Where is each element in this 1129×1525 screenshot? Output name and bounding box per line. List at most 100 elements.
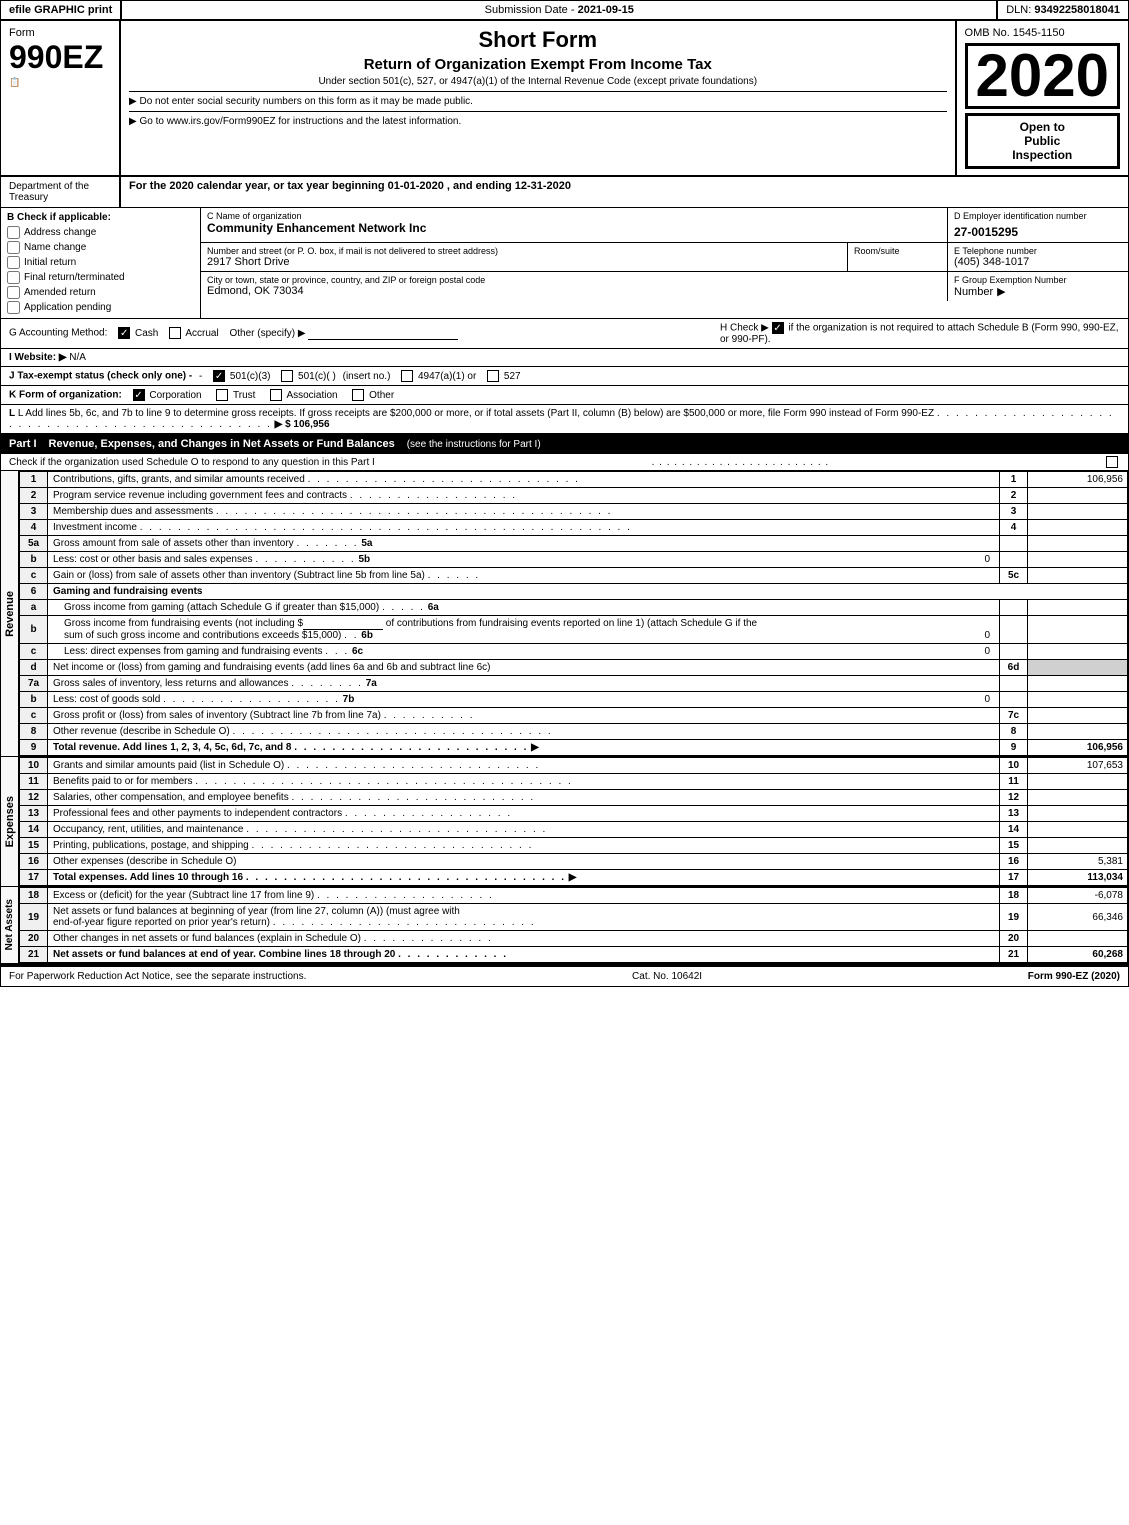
527-label: 527 (504, 371, 521, 382)
527-option[interactable]: 527 (487, 371, 520, 382)
table-row: b Gross income from fundraising events (… (20, 616, 1128, 644)
open-to-label: Open to (976, 120, 1109, 134)
table-row: 2 Program service revenue including gove… (20, 488, 1128, 504)
c-label: C Name of organization (207, 211, 941, 221)
application-pending-checkbox[interactable]: Application pending (7, 301, 194, 314)
check-dots: . . . . . . . . . . . . . . . . . . . . … (652, 457, 830, 468)
table-row: 6 Gaming and fundraising events (20, 584, 1128, 600)
other-org-check-icon (352, 389, 364, 401)
line20-value (1028, 931, 1128, 947)
submission-date: 2021-09-15 (578, 4, 634, 16)
revenue-side-label: Revenue (4, 591, 16, 637)
address-change-checkbox[interactable]: Address change (7, 226, 194, 239)
tax-year: 2020 (965, 43, 1120, 109)
line6c-value (1028, 644, 1128, 660)
accrual-label: Accrual (185, 328, 218, 339)
501c-check-icon (281, 370, 293, 382)
4947-label: 4947(a)(1) or (418, 371, 476, 382)
amended-return-label: Amended return (24, 287, 96, 298)
line9-value: 106,956 (1028, 740, 1128, 756)
table-row: c Less: direct expenses from gaming and … (20, 644, 1128, 660)
cash-option[interactable]: ✓ Cash (118, 328, 161, 339)
line18-value: -6,078 (1028, 888, 1128, 904)
f-label: F Group Exemption Number (954, 275, 1122, 285)
expenses-side-label: Expenses (4, 796, 16, 847)
address-change-label: Address change (24, 227, 96, 238)
part1-title: Revenue, Expenses, and Changes in Net As… (49, 438, 395, 450)
line10-value: 107,653 (1028, 758, 1128, 774)
line21-value: 60,268 (1028, 947, 1128, 963)
other-org-option[interactable]: Other (352, 390, 394, 401)
line7b-value (1028, 692, 1128, 708)
tax-status-row: J Tax-exempt status (check only one) - -… (1, 367, 1128, 386)
table-row: 9 Total revenue. Add lines 1, 2, 3, 4, 5… (20, 740, 1128, 756)
table-row: 21 Net assets or fund balances at end of… (20, 947, 1128, 963)
line16-value: 5,381 (1028, 854, 1128, 870)
initial-return-input[interactable] (7, 256, 20, 269)
line-l-value: 106,956 (293, 419, 329, 430)
inspection-label: Inspection (976, 148, 1109, 162)
g-label: G Accounting Method: (9, 328, 107, 339)
line7a-value (1028, 676, 1128, 692)
part1-check-icon[interactable] (1106, 456, 1118, 468)
line5c-value (1028, 568, 1128, 584)
form-number: 990EZ (9, 41, 111, 73)
table-row: 16 Other expenses (describe in Schedule … (20, 854, 1128, 870)
name-change-checkbox[interactable]: Name change (7, 241, 194, 254)
trust-option[interactable]: Trust (216, 390, 258, 401)
4947-option[interactable]: 4947(a)(1) or (401, 371, 479, 382)
insert-label: (insert no.) (343, 371, 391, 382)
table-row: 20 Other changes in net assets or fund b… (20, 931, 1128, 947)
line8-value (1028, 724, 1128, 740)
501c-option[interactable]: 501(c)( ) (281, 371, 338, 382)
table-row: 15 Printing, publications, postage, and … (20, 838, 1128, 854)
501c3-check-icon: ✓ (213, 370, 225, 382)
final-return-input[interactable] (7, 271, 20, 284)
k-label: K Form of organization: (9, 390, 122, 401)
line2-value (1028, 488, 1128, 504)
line5b-value (1028, 552, 1128, 568)
amended-return-input[interactable] (7, 286, 20, 299)
efile-graphic-label: efile GRAPHIC print (1, 1, 122, 19)
website-row: I Website: ▶ N/A (1, 349, 1128, 367)
table-row: 10 Grants and similar amounts paid (list… (20, 758, 1128, 774)
accounting-section: G Accounting Method: ✓ Cash Accrual Othe… (9, 327, 712, 340)
initial-return-checkbox[interactable]: Initial return (7, 256, 194, 269)
city-label: City or town, state or province, country… (207, 275, 941, 285)
accrual-option[interactable]: Accrual (169, 328, 221, 339)
501c3-option[interactable]: ✓ 501(c)(3) (213, 371, 273, 382)
dln-number: 93492258018041 (1034, 4, 1120, 16)
address-label: Number and street (or P. O. box, if mail… (207, 246, 841, 256)
line6b-value (1028, 616, 1128, 644)
line19-value: 66,346 (1028, 904, 1128, 931)
omb-number: OMB No. 1545-1150 (965, 27, 1065, 39)
line5a-value (1028, 536, 1128, 552)
table-row: 7a Gross sales of inventory, less return… (20, 676, 1128, 692)
table-row: 4 Investment income . . . . . . . . . . … (20, 520, 1128, 536)
application-pending-label: Application pending (24, 302, 111, 313)
net-assets-side-label: Net Assets (4, 899, 15, 950)
association-check-icon (270, 389, 282, 401)
final-return-checkbox[interactable]: Final return/terminated (7, 271, 194, 284)
application-pending-input[interactable] (7, 301, 20, 314)
corporation-label: Corporation (149, 390, 201, 401)
table-row: 13 Professional fees and other payments … (20, 806, 1128, 822)
h-label: H Check ▶ (720, 323, 769, 334)
association-option[interactable]: Association (270, 390, 340, 401)
address-change-input[interactable] (7, 226, 20, 239)
line12-value (1028, 790, 1128, 806)
line-l-arrow: ▶ $ (275, 419, 291, 430)
trust-label: Trust (233, 390, 255, 401)
amended-return-checkbox[interactable]: Amended return (7, 286, 194, 299)
name-change-input[interactable] (7, 241, 20, 254)
line13-value (1028, 806, 1128, 822)
form-title: Short Form (129, 27, 947, 53)
line17-value: 113,034 (1028, 870, 1128, 886)
line15-value (1028, 838, 1128, 854)
line11-value (1028, 774, 1128, 790)
cash-label: Cash (135, 328, 158, 339)
check-note: Check if the organization used Schedule … (9, 457, 375, 468)
open-inspection-box: Open to Public Inspection (965, 113, 1120, 169)
i-label: I Website: ▶ (9, 352, 67, 363)
corporation-option[interactable]: ✓ Corporation (133, 390, 205, 401)
